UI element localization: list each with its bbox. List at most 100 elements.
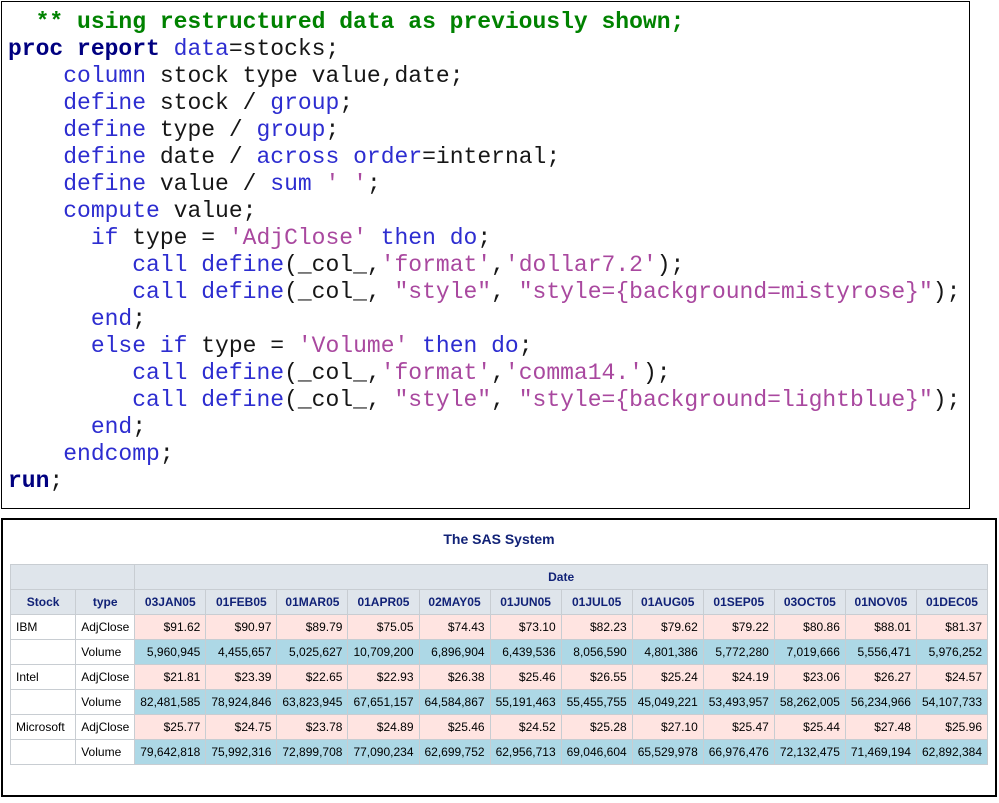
code-token [8, 306, 91, 332]
code-token: order [353, 144, 422, 170]
value-cell: 66,976,476 [703, 740, 774, 765]
value-cell: 78,924,846 [206, 690, 277, 715]
code-token: if [91, 225, 119, 251]
value-cell: 82,481,585 [135, 690, 206, 715]
code-token [408, 333, 422, 359]
code-token: data [174, 36, 229, 62]
code-token: ; [132, 306, 146, 332]
value-cell: $22.65 [277, 665, 348, 690]
code-token: end [91, 306, 132, 332]
code-line: else if type = 'Volume' then do; [8, 333, 963, 360]
value-cell: 71,469,194 [845, 740, 916, 765]
code-panel: ** using restructured data as previously… [1, 1, 970, 509]
value-cell: 62,699,752 [419, 740, 490, 765]
value-cell: $79.62 [632, 615, 703, 640]
value-cell: $80.86 [774, 615, 845, 640]
code-token: define [63, 117, 146, 143]
code-token: call define [132, 279, 284, 305]
code-token [8, 279, 132, 305]
code-token: 'format' [381, 252, 491, 278]
code-token: 'format' [381, 360, 491, 386]
date-column-header: 01APR05 [348, 590, 419, 615]
code-token: ; [519, 333, 533, 359]
code-line: call define(_col_,'format','dollar7.2'); [8, 252, 963, 279]
code-token: "style" [394, 279, 491, 305]
table-row: IBMAdjClose$91.62$90.97$89.79$75.05$74.4… [11, 615, 988, 640]
value-cell: 4,801,386 [632, 640, 703, 665]
value-cell: $24.52 [490, 715, 561, 740]
date-column-header: 01MAR05 [277, 590, 348, 615]
code-token: value; [160, 198, 257, 224]
value-cell: $25.96 [916, 715, 987, 740]
value-cell: 64,584,867 [419, 690, 490, 715]
stock-cell [11, 740, 76, 765]
code-token: ; [160, 441, 174, 467]
code-token [312, 171, 326, 197]
stock-cell [11, 690, 76, 715]
value-cell: 62,956,713 [490, 740, 561, 765]
value-cell: $25.24 [632, 665, 703, 690]
code-token [8, 333, 91, 359]
table-row: Volume79,642,81875,992,31672,899,70877,0… [11, 740, 988, 765]
value-cell: 77,090,234 [348, 740, 419, 765]
date-column-header: 03OCT05 [774, 590, 845, 615]
value-cell: $27.48 [845, 715, 916, 740]
code-token: else if [91, 333, 188, 359]
report-table-head: DateStocktype03JAN0501FEB0501MAR0501APR0… [11, 565, 988, 615]
code-token: stock type value,date; [146, 63, 463, 89]
code-token: across [256, 144, 339, 170]
code-token [8, 90, 63, 116]
stock-column-header: Stock [11, 590, 76, 615]
code-token: group [256, 117, 325, 143]
value-cell: 54,107,733 [916, 690, 987, 715]
type-cell: Volume [76, 740, 135, 765]
value-cell: $26.38 [419, 665, 490, 690]
code-line: call define(_col_, "style", "style={back… [8, 279, 963, 306]
code-token: (_col_, [284, 279, 394, 305]
value-cell: 53,493,957 [703, 690, 774, 715]
value-cell: 69,046,604 [561, 740, 632, 765]
code-token: 'dollar7.2' [505, 252, 657, 278]
date-column-header: 01AUG05 [632, 590, 703, 615]
value-cell: $82.23 [561, 615, 632, 640]
code-line: define stock / group; [8, 90, 963, 117]
value-cell: 7,019,666 [774, 640, 845, 665]
value-cell: 5,772,280 [703, 640, 774, 665]
value-cell: 45,049,221 [632, 690, 703, 715]
table-row: MicrosoftAdjClose$25.77$24.75$23.78$24.8… [11, 715, 988, 740]
type-column-header: type [76, 590, 135, 615]
value-cell: $25.46 [490, 665, 561, 690]
code-token: 'Volume' [298, 333, 408, 359]
code-token: 'comma14.' [505, 360, 643, 386]
value-cell: $27.10 [632, 715, 703, 740]
value-cell: $26.55 [561, 665, 632, 690]
code-token: ** using restructured data as previously… [8, 9, 684, 35]
code-token: define [63, 144, 146, 170]
code-line: call define(_col_,'format','comma14.'); [8, 360, 963, 387]
date-header-row: Date [11, 565, 988, 590]
code-token: ; [132, 414, 146, 440]
code-token [339, 144, 353, 170]
code-token [367, 225, 381, 251]
type-cell: Volume [76, 690, 135, 715]
code-line: endcomp; [8, 441, 963, 468]
date-column-header: 01JUN05 [490, 590, 561, 615]
value-cell: 5,976,252 [916, 640, 987, 665]
code-token: ; [367, 171, 381, 197]
code-token: , [491, 279, 519, 305]
stock-cell: Intel [11, 665, 76, 690]
code-token: endcomp [63, 441, 160, 467]
date-group-header: Date [135, 565, 988, 590]
code-token [8, 171, 63, 197]
code-token: then do [381, 225, 478, 251]
code-token: proc report [8, 36, 174, 62]
value-cell: $73.10 [490, 615, 561, 640]
code-token [8, 144, 63, 170]
date-column-header: 01NOV05 [845, 590, 916, 615]
column-header-row: Stocktype03JAN0501FEB0501MAR0501APR0502M… [11, 590, 988, 615]
report-table-body: IBMAdjClose$91.62$90.97$89.79$75.05$74.4… [11, 615, 988, 765]
stock-cell [11, 640, 76, 665]
code-token: type = [118, 225, 228, 251]
code-token: "style={background=mistyrose}" [519, 279, 933, 305]
code-line: ** using restructured data as previously… [8, 9, 963, 36]
